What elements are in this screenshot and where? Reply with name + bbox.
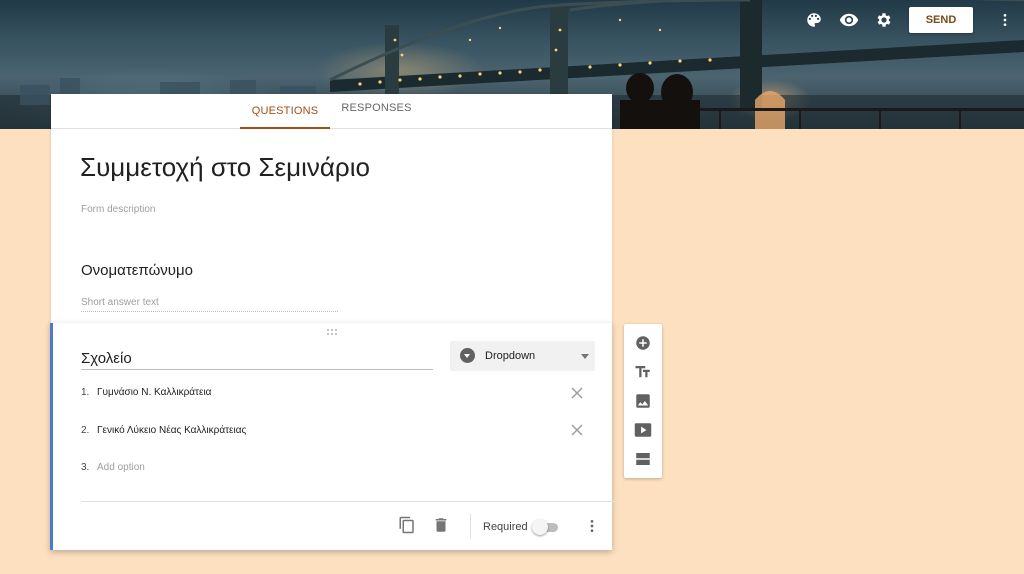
form-title[interactable]: Συμμετοχή στο Σεμινάριο	[80, 152, 370, 183]
option-label[interactable]: Γενικό Λύκειο Νέας Καλλικράτειας	[97, 425, 246, 436]
question-type-select[interactable]: Dropdown	[450, 341, 595, 371]
divider	[81, 501, 615, 502]
add-section-icon[interactable]	[634, 450, 652, 468]
question-title-input[interactable]: Σχολείο	[81, 350, 433, 370]
tab-responses[interactable]: RESPONSES	[334, 94, 419, 122]
tab-questions[interactable]: QUESTIONS	[240, 94, 330, 129]
send-button[interactable]: SEND	[909, 7, 973, 33]
more-vert-icon[interactable]	[993, 8, 1017, 32]
duplicate-icon[interactable]	[398, 516, 416, 534]
option-label[interactable]: Γυμνάσιο Ν. Καλλικράτεια	[97, 387, 211, 398]
more-vert-icon[interactable]	[584, 518, 602, 536]
form-header-card: QUESTIONS RESPONSES Συμμετοχή στο Σεμινά…	[51, 94, 612, 326]
close-icon[interactable]	[569, 385, 585, 401]
side-toolbar	[624, 324, 662, 478]
tab-bar: QUESTIONS RESPONSES	[51, 94, 612, 129]
add-video-icon[interactable]	[634, 421, 652, 439]
add-question-icon[interactable]	[634, 334, 652, 352]
option-number: 1.	[81, 387, 90, 398]
chevron-down-icon	[581, 354, 589, 359]
add-image-icon[interactable]	[634, 392, 652, 410]
option-number: 2.	[81, 425, 90, 436]
option-number: 3.	[81, 462, 90, 473]
palette-icon[interactable]	[802, 8, 826, 32]
close-icon[interactable]	[569, 422, 585, 438]
short-answer-placeholder: Short answer text	[81, 297, 338, 312]
toggle-knob	[532, 519, 548, 535]
drag-handle-icon[interactable]	[326, 328, 338, 338]
question-title[interactable]: Ονοματεπώνυμο	[81, 262, 193, 279]
active-question-card[interactable]: Σχολείο Dropdown 1. Γυμνάσιο Ν. Καλλικρά…	[50, 323, 615, 550]
required-label: Required	[483, 521, 528, 533]
footer-separator	[470, 514, 471, 538]
trash-icon[interactable]	[432, 516, 450, 534]
add-title-icon[interactable]	[634, 363, 652, 381]
question-type-label: Dropdown	[485, 350, 536, 362]
eye-icon[interactable]	[837, 8, 861, 32]
required-toggle[interactable]	[532, 519, 560, 535]
gear-icon[interactable]	[872, 8, 896, 32]
add-option-button[interactable]: Add option	[97, 462, 145, 473]
form-description-field[interactable]: Form description	[81, 204, 155, 215]
dropdown-type-icon	[460, 348, 475, 363]
